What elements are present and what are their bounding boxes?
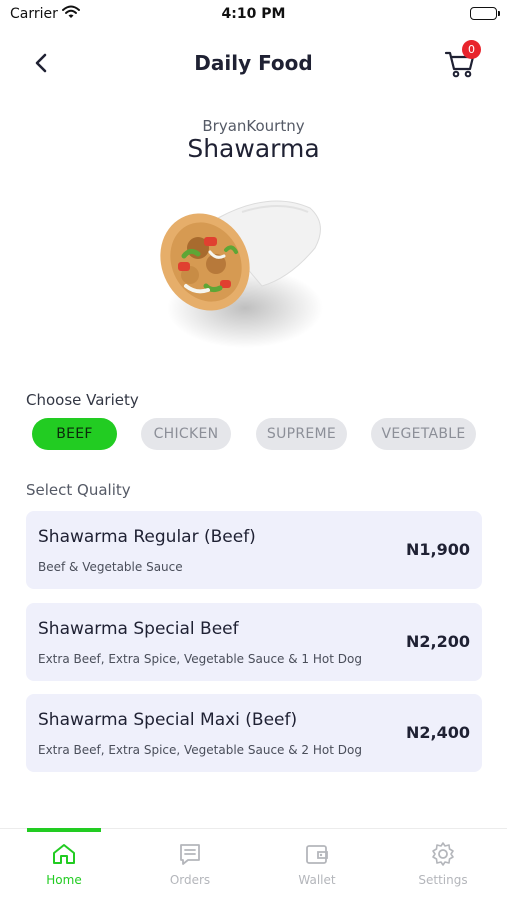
shawarma-image [150,190,350,350]
status-bar: Carrier 4:10 PM [0,0,507,28]
vendor-name: BryanKourtny [202,117,305,135]
tab-bar: Home Orders Wallet Settings [0,828,507,900]
tab-wallet-label: Wallet [298,873,336,887]
tab-home[interactable]: Home [14,841,114,891]
option-description: Beef & Vegetable Sauce [38,560,183,574]
gear-icon [432,842,454,866]
product-name: Shawarma [187,134,320,163]
option-title: Shawarma Regular (Beef) [38,527,256,547]
choose-variety-label: Choose Variety [26,391,139,409]
option-title: Shawarma Special Beef [38,619,239,639]
variety-chip-chicken[interactable]: CHICKEN [141,418,231,450]
tab-home-label: Home [46,873,82,887]
wallet-icon [306,845,328,864]
tab-settings[interactable]: Settings [393,841,493,891]
option-title: Shawarma Special Maxi (Beef) [38,710,298,730]
quality-option-card[interactable]: Shawarma Special Beef Extra Beef, Extra … [26,603,482,681]
status-time: 4:10 PM [221,6,286,22]
option-price: N2,400 [406,723,470,742]
tab-wallet[interactable]: Wallet [267,841,367,891]
variety-chip-vegetable[interactable]: VEGETABLE [371,418,476,450]
quality-option-card[interactable]: Shawarma Regular (Beef) Beef & Vegetable… [26,511,482,589]
tab-settings-label: Settings [418,873,468,887]
variety-chip-supreme[interactable]: SUPREME [256,418,347,450]
cart-count-badge: 0 [462,40,481,59]
battery-icon [470,7,500,20]
option-price: N1,900 [406,540,470,559]
option-description: Extra Beef, Extra Spice, Vegetable Sauce… [38,743,362,757]
option-price: N2,200 [406,632,470,651]
quality-option-card[interactable]: Shawarma Special Maxi (Beef) Extra Beef,… [26,694,482,772]
tab-orders[interactable]: Orders [140,841,240,891]
option-description: Extra Beef, Extra Spice, Vegetable Sauce… [38,652,362,666]
tab-orders-label: Orders [169,873,211,887]
active-tab-indicator [27,828,101,832]
home-icon [53,844,75,864]
page-title: Daily Food [194,51,313,75]
select-quality-label: Select Quality [26,481,131,499]
variety-chip-beef[interactable]: BEEF [32,418,117,450]
orders-icon [180,844,200,865]
